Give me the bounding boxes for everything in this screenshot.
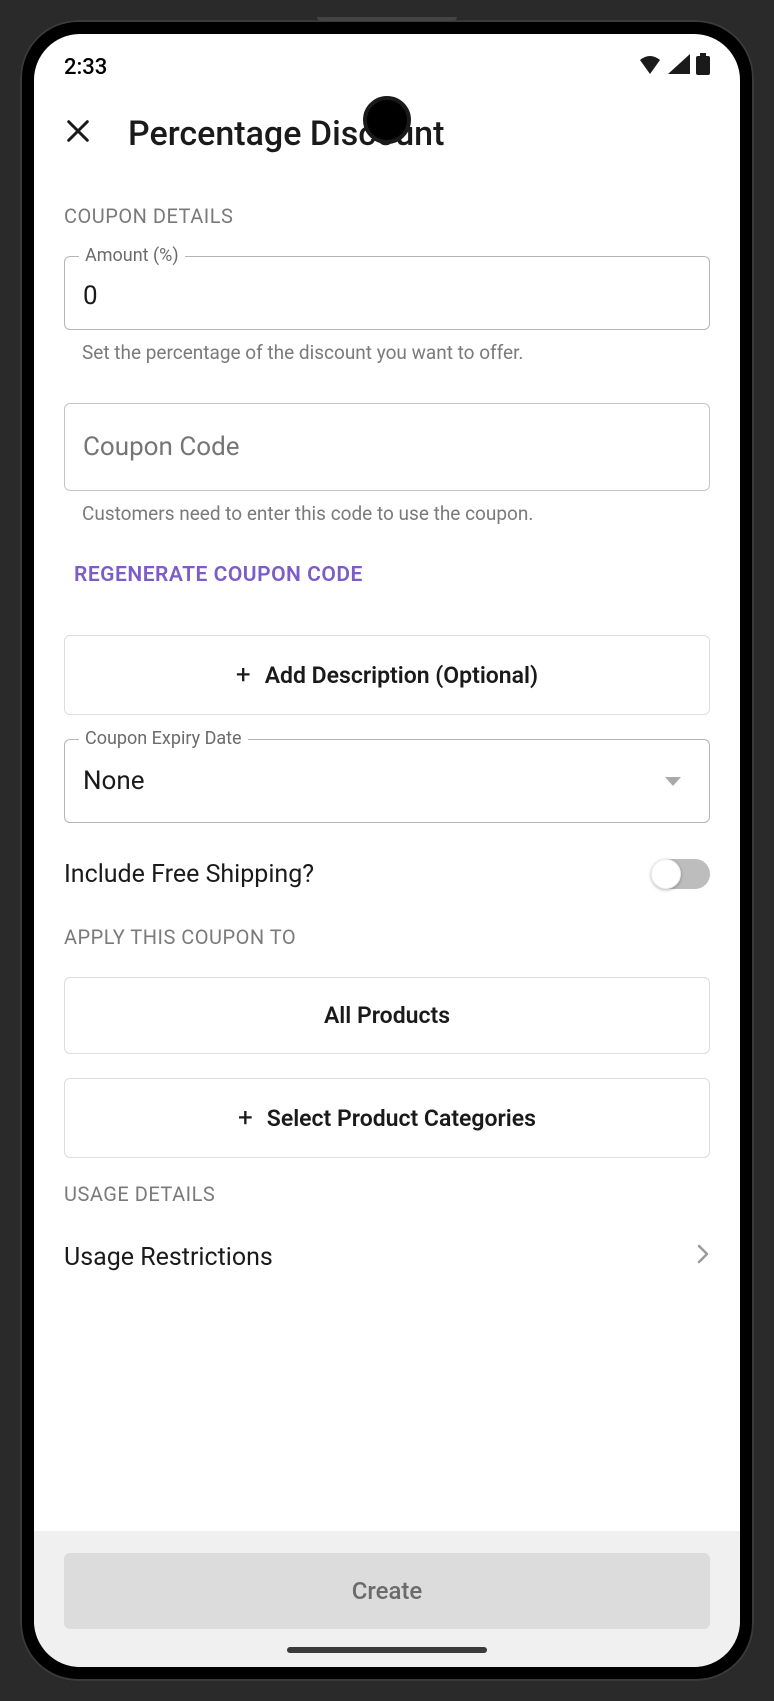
plus-icon: + <box>236 660 251 690</box>
status-time: 2:33 <box>64 55 107 80</box>
usage-details-section-label: USAGE DETAILS <box>64 1182 710 1206</box>
add-description-button[interactable]: + Add Description (Optional) <box>64 635 710 715</box>
close-icon[interactable] <box>64 117 92 151</box>
amount-label: Amount (%) <box>79 245 185 266</box>
add-description-label: Add Description (Optional) <box>265 662 538 689</box>
free-shipping-label: Include Free Shipping? <box>64 860 314 889</box>
status-bar: 2:33 <box>34 34 740 90</box>
all-products-button[interactable]: All Products <box>64 977 710 1054</box>
front-camera <box>363 96 411 144</box>
expiry-label: Coupon Expiry Date <box>79 728 248 749</box>
coupon-code-input[interactable] <box>83 432 691 462</box>
regenerate-code-button[interactable]: REGENERATE COUPON CODE <box>74 563 710 587</box>
usage-restrictions-label: Usage Restrictions <box>64 1243 273 1272</box>
coupon-details-section-label: COUPON DETAILS <box>64 204 710 228</box>
chevron-right-icon <box>696 1242 710 1272</box>
code-field-wrap <box>64 403 710 491</box>
wifi-icon <box>638 54 662 80</box>
all-products-label: All Products <box>324 1002 450 1029</box>
create-button[interactable]: Create <box>64 1553 710 1629</box>
screen: 2:33 Percentage Discount COUPON DETAILS <box>34 34 740 1667</box>
usage-restrictions-row[interactable]: Usage Restrictions <box>64 1220 710 1294</box>
device-frame: 2:33 Percentage Discount COUPON DETAILS <box>20 20 754 1681</box>
bottom-action-bar: Create <box>34 1531 740 1667</box>
amount-input[interactable] <box>83 281 691 311</box>
apply-to-section-label: APPLY THIS COUPON TO <box>64 925 710 949</box>
chevron-down-icon <box>665 777 681 786</box>
gesture-bar[interactable] <box>287 1647 487 1653</box>
signal-icon <box>668 54 690 80</box>
expiry-value: None <box>83 766 145 796</box>
status-icons <box>638 53 710 81</box>
battery-icon <box>696 53 710 81</box>
plus-icon: + <box>238 1103 253 1133</box>
code-helper: Customers need to enter this code to use… <box>82 501 710 528</box>
amount-field[interactable]: Amount (%) <box>64 256 710 330</box>
coupon-code-field[interactable] <box>64 403 710 491</box>
select-categories-label: Select Product Categories <box>267 1105 536 1132</box>
expiry-date-select[interactable]: Coupon Expiry Date None <box>64 739 710 823</box>
free-shipping-row: Include Free Shipping? <box>64 859 710 889</box>
device-notch <box>317 17 457 21</box>
free-shipping-toggle[interactable] <box>652 859 710 889</box>
select-categories-button[interactable]: + Select Product Categories <box>64 1078 710 1158</box>
toggle-knob <box>651 859 681 889</box>
amount-helper: Set the percentage of the discount you w… <box>82 340 710 367</box>
content-scroll[interactable]: COUPON DETAILS Amount (%) Set the percen… <box>34 172 740 1525</box>
amount-field-wrap: Amount (%) <box>64 256 710 330</box>
